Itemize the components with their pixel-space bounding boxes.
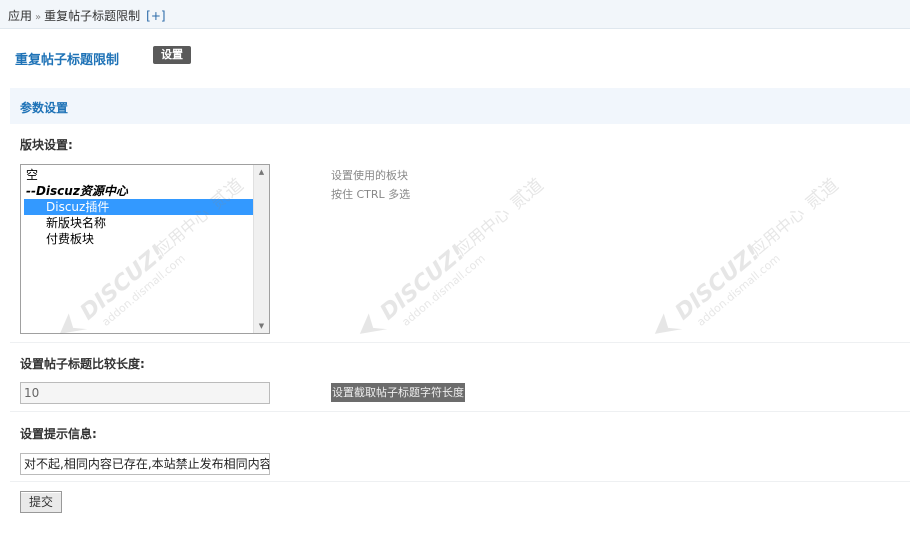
watermark-arrow-icon bbox=[359, 313, 388, 334]
prompt-info-input[interactable]: 对不起,相同内容已存在,本站禁止发布相同内容 bbox=[20, 453, 270, 475]
watermark-cn: 应用中心 bbox=[747, 204, 808, 260]
scroll-down-arrow-icon[interactable]: ▼ bbox=[254, 319, 269, 333]
submit-button[interactable]: 提交 bbox=[20, 491, 62, 513]
divider bbox=[10, 411, 910, 412]
forum-option-group-resource: --Discuz资源中心 bbox=[26, 184, 128, 198]
breadcrumb-root[interactable]: 应用 bbox=[8, 9, 32, 23]
breadcrumb-bar: 应用» 重复帖子标题限制 [+] bbox=[0, 0, 910, 29]
forum-option-empty[interactable]: 空 bbox=[24, 167, 253, 183]
breadcrumb: 应用» 重复帖子标题限制 [+] bbox=[8, 7, 166, 24]
section-header: 参数设置 bbox=[10, 88, 910, 124]
add-shortcut-link[interactable]: [+] bbox=[146, 9, 165, 23]
settings-button[interactable]: 设置 bbox=[153, 46, 191, 64]
listbox-scrollbar[interactable]: ▲ ▼ bbox=[253, 165, 269, 333]
prompt-info-label: 设置提示信息: bbox=[20, 427, 97, 441]
forum-option-new-board[interactable]: 新版块名称 bbox=[24, 215, 253, 231]
title-length-label: 设置帖子标题比较长度: bbox=[20, 357, 145, 371]
forum-option-paid-board[interactable]: 付费板块 bbox=[24, 231, 253, 247]
watermark-logo-3: DISCUZ! 应用中心 贰道 addon.dismall.com bbox=[654, 175, 843, 334]
watermark-cn: 应用中心 bbox=[452, 204, 513, 260]
watermark-arrow-icon bbox=[654, 313, 683, 334]
watermark-cn2: 贰道 bbox=[802, 175, 843, 214]
section-title: 参数设置 bbox=[20, 101, 69, 115]
scroll-up-arrow-icon[interactable]: ▲ bbox=[254, 165, 269, 179]
watermark-url: addon.dismall.com bbox=[694, 252, 782, 329]
watermark-brand: DISCUZ! bbox=[671, 240, 765, 325]
title-length-input[interactable]: 10 bbox=[20, 382, 270, 404]
forum-select-listbox[interactable]: 空 --Discuz资源中心 Discuz插件 新版块名称 付费板块 ▲ ▼ bbox=[20, 164, 270, 334]
forum-hint-line2: 按住 CTRL 多选 bbox=[331, 188, 411, 201]
page-title: 重复帖子标题限制 bbox=[15, 53, 120, 68]
title-length-hint: 设置截取帖子标题字符长度 bbox=[331, 383, 465, 402]
watermark-cn2: 贰道 bbox=[507, 175, 548, 214]
forum-setting-label: 版块设置: bbox=[20, 138, 73, 152]
breadcrumb-current: 重复帖子标题限制 bbox=[44, 9, 141, 23]
watermark-url: addon.dismall.com bbox=[399, 252, 487, 329]
breadcrumb-separator-icon: » bbox=[35, 12, 42, 23]
forum-hint-line1: 设置使用的板块 bbox=[331, 169, 408, 182]
divider bbox=[10, 481, 910, 482]
watermark-brand: DISCUZ! bbox=[376, 240, 470, 325]
divider bbox=[10, 342, 910, 343]
forum-option-plugins[interactable]: Discuz插件 bbox=[24, 199, 253, 215]
